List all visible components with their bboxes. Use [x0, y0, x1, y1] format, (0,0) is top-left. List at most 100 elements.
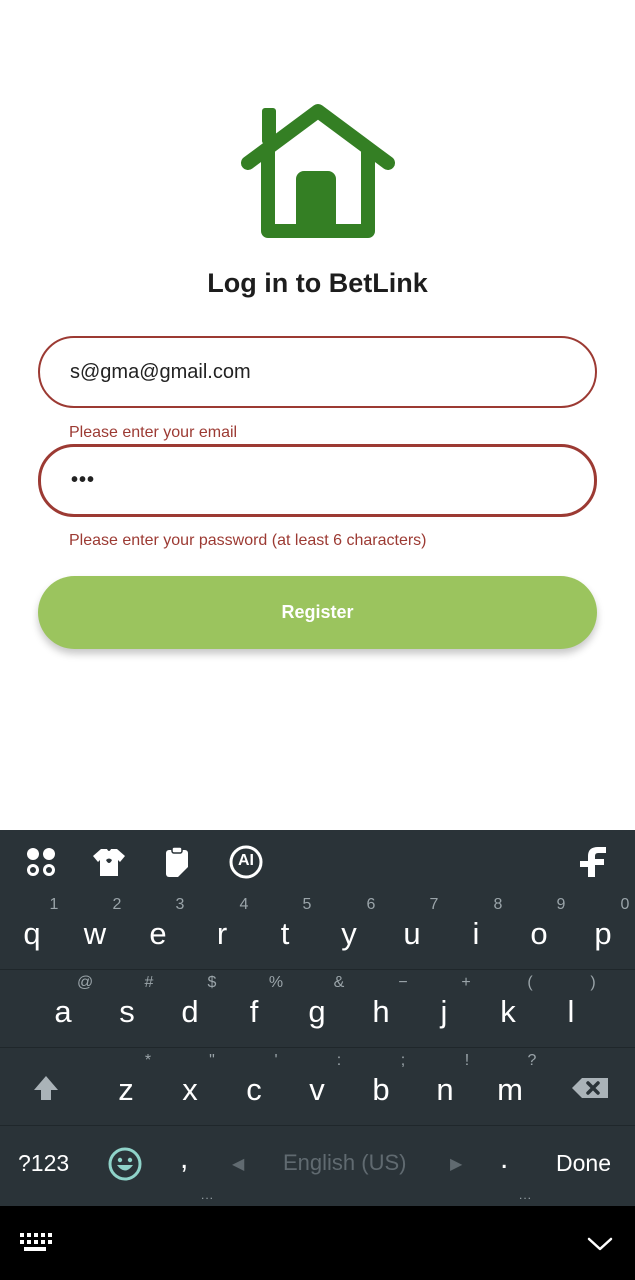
key-hint: 5: [302, 896, 312, 913]
key-o[interactable]: 9o: [509, 892, 569, 970]
key-hint: #: [144, 974, 154, 991]
email-field[interactable]: s@gma@gmail.com: [38, 336, 597, 408]
key-y[interactable]: 6y: [319, 892, 379, 970]
key-z[interactable]: * z: [96, 1048, 156, 1126]
keyboard-row-4: ?123 , ... ◀ English (US) ▶ . ... Done: [0, 1126, 635, 1206]
key-f[interactable]: % f: [224, 970, 284, 1048]
key-x[interactable]: " x: [160, 1048, 220, 1126]
key-label: b: [372, 1072, 390, 1107]
key-hint: (: [527, 974, 533, 991]
key-label: f: [249, 994, 259, 1029]
key-hint: @: [77, 974, 94, 991]
key-j[interactable]: + j: [414, 970, 474, 1048]
key-label: l: [567, 994, 575, 1029]
key-l[interactable]: ) l: [541, 970, 601, 1048]
key-label: a: [54, 994, 72, 1029]
chevron-down-icon[interactable]: [586, 1236, 614, 1252]
key-hint: 9: [556, 896, 566, 913]
soft-keyboard: AI 1q 2w 3e 4r 5t 6y 7u 8i 9o 0p @ a # s $…: [0, 830, 635, 1206]
key-label: m: [497, 1072, 523, 1107]
key-i[interactable]: 8i: [446, 892, 506, 970]
key-q[interactable]: 1q: [2, 892, 62, 970]
key-hint: ': [274, 1052, 278, 1069]
key-hint: !: [464, 1052, 470, 1069]
key-hint: ): [590, 974, 596, 991]
fleksy-logo-icon[interactable]: [576, 844, 612, 880]
key-hint: &: [333, 974, 345, 991]
key-hint: %: [268, 974, 284, 991]
emoji-icon[interactable]: [107, 1146, 143, 1182]
key-v[interactable]: :v: [287, 1048, 347, 1126]
key-a[interactable]: @ a: [33, 970, 93, 1048]
key-label: g: [308, 994, 326, 1029]
key-hint: $: [207, 974, 217, 991]
shirt-icon[interactable]: [91, 844, 127, 880]
key-hint: ?: [527, 1052, 537, 1069]
key-label: z: [118, 1072, 134, 1107]
key-r[interactable]: 4r: [192, 892, 252, 970]
period-more-dots: ...: [519, 1188, 533, 1202]
password-value: •••: [71, 469, 96, 491]
ai-label: AI: [238, 852, 254, 869]
key-hint: 0: [620, 896, 630, 913]
comma-more-dots: ...: [201, 1188, 215, 1202]
key-label: y: [341, 916, 357, 951]
backspace-icon[interactable]: [562, 1066, 618, 1110]
ai-icon[interactable]: AI: [228, 844, 264, 880]
key-u[interactable]: 7u: [382, 892, 442, 970]
apps-icon[interactable]: [23, 844, 59, 880]
key-b[interactable]: ; b: [351, 1048, 411, 1126]
key-m[interactable]: ? m: [480, 1048, 540, 1126]
keyboard-row-2: @ a # s $ d % f & g − h + j (k ) l: [0, 970, 635, 1048]
password-field[interactable]: •••: [38, 444, 597, 517]
key-h[interactable]: − h: [351, 970, 411, 1048]
key-hint: 7: [429, 896, 439, 913]
key-label: w: [83, 916, 107, 951]
key-s[interactable]: # s: [97, 970, 157, 1048]
key-hint: +: [461, 974, 471, 991]
key-hint: ;: [400, 1052, 406, 1069]
comma-key[interactable]: ,: [180, 1142, 188, 1176]
key-w[interactable]: 2w: [65, 892, 125, 970]
key-hint: 3: [175, 896, 185, 913]
password-error: Please enter your password (at least 6 c…: [69, 532, 427, 549]
clipboard-icon[interactable]: [160, 844, 196, 880]
key-label: p: [594, 916, 612, 951]
key-label: c: [246, 1072, 262, 1107]
key-label: o: [530, 916, 548, 951]
key-k[interactable]: (k: [478, 970, 538, 1048]
key-label: n: [436, 1072, 454, 1107]
space-bar[interactable]: English (US): [283, 1150, 406, 1176]
key-hint: *: [144, 1052, 152, 1069]
key-e[interactable]: 3e: [128, 892, 188, 970]
key-label: q: [23, 916, 41, 951]
key-label: v: [309, 1072, 325, 1107]
period-key[interactable]: .: [500, 1142, 508, 1176]
key-p[interactable]: 0p: [573, 892, 633, 970]
key-label: j: [440, 994, 448, 1029]
key-label: s: [119, 994, 135, 1029]
navigation-bar: [0, 1206, 635, 1280]
key-hint: −: [398, 974, 408, 991]
shift-icon[interactable]: [20, 1066, 72, 1110]
key-label: d: [181, 994, 199, 1029]
key-label: k: [500, 994, 516, 1029]
key-label: e: [149, 916, 167, 951]
keyboard-switch-icon[interactable]: [18, 1231, 52, 1253]
key-n[interactable]: ! n: [415, 1048, 475, 1126]
key-hint: 2: [112, 896, 122, 913]
key-label: x: [182, 1072, 198, 1107]
key-hint: 6: [366, 896, 376, 913]
key-g[interactable]: & g: [287, 970, 347, 1048]
symbols-key[interactable]: ?123: [18, 1150, 69, 1177]
key-d[interactable]: $ d: [160, 970, 220, 1048]
key-c[interactable]: ' c: [224, 1048, 284, 1126]
key-label: t: [280, 916, 290, 951]
key-label: i: [472, 916, 480, 951]
keyboard-toolbar: AI: [0, 830, 635, 892]
key-hint: 4: [239, 896, 249, 913]
done-key[interactable]: Done: [556, 1150, 611, 1177]
key-t[interactable]: 5t: [255, 892, 315, 970]
register-button[interactable]: Register: [38, 576, 597, 649]
key-hint: 1: [49, 896, 59, 913]
